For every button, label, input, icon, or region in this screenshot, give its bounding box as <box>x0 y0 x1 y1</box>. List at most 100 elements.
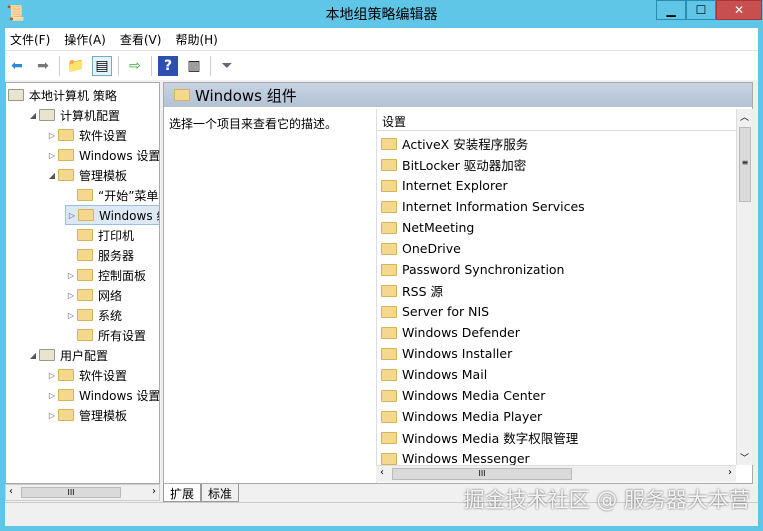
folder-icon <box>78 209 94 221</box>
tree-item-label: 软件设置 <box>79 368 128 383</box>
toolbar: ⬅ ➡ 📁 ▤ ⇨ ? ▥ ⏷ <box>5 50 758 80</box>
folder-icon <box>381 431 397 444</box>
expand-arrow-icon[interactable]: ▷ <box>46 411 58 420</box>
folder-icon <box>39 349 55 361</box>
tree-item[interactable]: 打印机 <box>65 225 134 245</box>
separator <box>151 55 152 76</box>
folder-icon <box>381 263 397 276</box>
list-item[interactable]: Internet Explorer <box>381 175 508 196</box>
expand-arrow-icon[interactable]: ▷ <box>46 371 58 380</box>
expand-arrow-icon[interactable]: ▷ <box>66 211 78 220</box>
tree-item[interactable]: 服务器 <box>65 245 134 265</box>
show-hide-tree-icon[interactable]: ▤ <box>92 55 112 76</box>
tree-item[interactable]: ▷ 管理模板 <box>46 405 127 425</box>
column-header-settings[interactable]: 设置 <box>377 109 736 131</box>
folder-icon <box>381 179 397 192</box>
menu-action[interactable]: 操作(A) <box>64 31 106 48</box>
expand-arrow-icon[interactable]: ◢ <box>46 171 58 180</box>
folder-icon <box>381 158 397 171</box>
tree-item-label: 系统 <box>98 308 123 323</box>
tree-horizontal-scrollbar[interactable]: ‹ III › <box>5 484 160 501</box>
folder-icon <box>381 368 397 381</box>
list-item[interactable]: Windows Media 数字权限管理 <box>381 427 578 448</box>
back-icon[interactable]: ⬅ <box>7 56 27 76</box>
list-item[interactable]: Windows Installer <box>381 343 512 364</box>
tree-item[interactable]: “开始”菜单和任务栏 <box>65 185 159 205</box>
tree-item[interactable]: ▷ 系统 <box>65 305 122 325</box>
up-folder-icon[interactable]: 📁 <box>66 56 86 76</box>
horizontal-scrollbar[interactable]: ‹ III › <box>376 465 736 482</box>
expand-arrow-icon[interactable]: ▷ <box>46 391 58 400</box>
forward-icon[interactable]: ➡ <box>33 56 53 76</box>
list-item[interactable]: RSS 源 <box>381 280 443 301</box>
expand-arrow-icon[interactable]: ▷ <box>46 151 58 160</box>
expand-arrow-icon[interactable]: ▷ <box>65 291 77 300</box>
list-item[interactable]: Windows Defender <box>381 322 520 343</box>
menu-help[interactable]: 帮助(H) <box>175 31 217 48</box>
list-item-label: NetMeeting <box>402 220 475 235</box>
tab-extended[interactable]: 扩展 <box>163 484 202 502</box>
client-area: 文件(F) 操作(A) 查看(V) 帮助(H) ⬅ ➡ 📁 ▤ ⇨ ? ▥ ⏷ … <box>5 28 758 526</box>
tree-item[interactable]: ▷ Windows 设置 <box>46 385 159 405</box>
tree-item[interactable]: ▷ Windows 设置 <box>46 145 159 165</box>
expand-arrow-icon[interactable]: ▷ <box>46 131 58 140</box>
list-item[interactable]: OneDrive <box>381 238 461 259</box>
list-item-label: Windows Media Center <box>402 388 546 403</box>
list-item[interactable]: ActiveX 安装程序服务 <box>381 133 528 154</box>
export-list-icon[interactable]: ⇨ <box>125 56 145 76</box>
tab-standard[interactable]: 标准 <box>201 484 240 502</box>
expand-arrow-icon[interactable]: ◢ <box>27 351 39 360</box>
tree-item-label: 服务器 <box>98 248 135 263</box>
tree-item[interactable]: ▷ Windows 组件 <box>65 205 159 225</box>
vertical-scrollbar[interactable]: ︿ ≡ ﹀ <box>736 109 753 465</box>
window-title: 本地组策略编辑器 <box>325 7 438 23</box>
expand-arrow-icon[interactable]: ▷ <box>65 271 77 280</box>
list-item-label: Server for NIS <box>402 304 490 319</box>
expand-arrow-icon[interactable]: ◢ <box>27 111 39 120</box>
list-item[interactable]: Password Synchronization <box>381 259 564 280</box>
list-item[interactable]: Windows Media Player <box>381 406 542 427</box>
tree-item[interactable]: ◢ 计算机配置 <box>27 105 120 125</box>
tree-item[interactable]: ◢ 用户配置 <box>27 345 108 365</box>
tree-item-label: “开始”菜单和任务栏 <box>98 188 159 203</box>
expand-arrow-icon[interactable]: ▷ <box>65 311 77 320</box>
list-item[interactable]: Server for NIS <box>381 301 489 322</box>
menu-file[interactable]: 文件(F) <box>10 31 50 48</box>
tree-item-label: 本地计算机 策略 <box>29 88 117 103</box>
tree-item[interactable]: ◢ 管理模板 <box>46 165 127 185</box>
close-button[interactable]: ✕ <box>716 0 762 20</box>
menu-view[interactable]: 查看(V) <box>120 31 162 48</box>
folder-icon <box>381 200 397 213</box>
tree-item[interactable]: 所有设置 <box>65 325 146 345</box>
folder-icon <box>58 149 74 161</box>
folder-icon <box>381 326 397 339</box>
tree-item[interactable]: ▷ 软件设置 <box>46 365 127 385</box>
folder-icon <box>381 347 397 360</box>
tree-item-label: 控制面板 <box>98 268 147 283</box>
tree-item[interactable]: ▷ 控制面板 <box>65 265 146 285</box>
show-action-pane-icon[interactable]: ▥ <box>184 56 204 76</box>
list-item[interactable]: Internet Information Services <box>381 196 585 217</box>
list-item[interactable]: Windows Media Center <box>381 385 545 406</box>
help-icon[interactable]: ? <box>158 55 178 76</box>
list-item-label: BitLocker 驱动器加密 <box>402 158 527 173</box>
description-text: 选择一个项目来查看它的描述。 <box>169 117 338 131</box>
tree-item-label: Windows 组件 <box>99 208 159 223</box>
maximize-button[interactable]: ☐ <box>686 0 716 20</box>
tree-item-label: 管理模板 <box>79 168 128 183</box>
tree-item[interactable]: ▷ 软件设置 <box>46 125 127 145</box>
tree-item[interactable]: 本地计算机 策略 <box>8 85 117 105</box>
menu-bar: 文件(F) 操作(A) 查看(V) 帮助(H) <box>5 28 758 50</box>
list-item[interactable]: NetMeeting <box>381 217 474 238</box>
list-item[interactable]: BitLocker 驱动器加密 <box>381 154 526 175</box>
list-item[interactable]: Windows Mail <box>381 364 487 385</box>
separator <box>59 55 60 76</box>
filter-icon[interactable]: ⏷ <box>217 56 237 76</box>
folder-icon <box>58 169 74 181</box>
tree-item[interactable]: ▷ 网络 <box>65 285 122 305</box>
settings-list: 设置 ActiveX 安装程序服务 BitLocker 驱动器加密 Internet… <box>376 109 736 483</box>
separator <box>118 55 119 76</box>
minimize-button[interactable]: ▁ <box>656 0 686 20</box>
tree-item-label: 计算机配置 <box>60 108 121 123</box>
list-item-label: Internet Explorer <box>402 178 508 193</box>
